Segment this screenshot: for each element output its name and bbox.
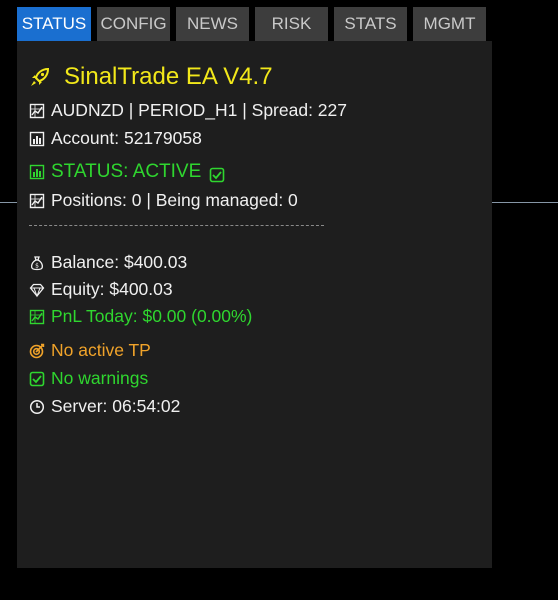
take-profit-status: No active TP xyxy=(51,340,151,360)
symbol-info: AUDNZD | PERIOD_H1 | Spread: 227 xyxy=(51,100,348,120)
positions-info: Positions: 0 | Being managed: 0 xyxy=(51,190,298,210)
divider xyxy=(29,225,324,226)
chart-icon xyxy=(29,193,45,209)
tab-news[interactable]: NEWS xyxy=(176,7,249,41)
svg-text:$: $ xyxy=(35,262,39,269)
status-text: STATUS: ACTIVE xyxy=(51,161,202,182)
tab-risk[interactable]: RISK xyxy=(255,7,328,41)
tab-config[interactable]: CONFIG xyxy=(97,7,170,41)
equity-row: Equity: $400.03 xyxy=(29,279,173,300)
server-row: Server: 06:54:02 xyxy=(29,396,180,417)
equity-value: Equity: $400.03 xyxy=(51,279,173,299)
tp-row: No active TP xyxy=(29,340,151,361)
account-row: Account: 52179058 xyxy=(29,128,202,149)
checkbox-icon xyxy=(209,167,225,183)
pnl-today-value: PnL Today: $0.00 (0.00%) xyxy=(51,306,253,326)
server-time: Server: 06:54:02 xyxy=(51,396,181,416)
balance-row: $ Balance: $400.03 xyxy=(29,252,187,273)
bar-chart-icon xyxy=(29,164,45,180)
balance-value: Balance: $400.03 xyxy=(51,252,188,272)
target-icon xyxy=(29,343,45,359)
status-row: STATUS: ACTIVE xyxy=(29,161,225,183)
money-bag-icon: $ xyxy=(29,255,45,271)
tab-status[interactable]: STATUS xyxy=(17,7,91,41)
tab-stats[interactable]: STATS xyxy=(334,7,407,41)
warnings-row: No warnings xyxy=(29,368,148,389)
title-row: SinalTrade EA V4.7 xyxy=(29,63,273,91)
chart-icon xyxy=(29,103,45,119)
checkbox-icon xyxy=(29,371,45,387)
symbol-row: AUDNZD | PERIOD_H1 | Spread: 227 xyxy=(29,100,347,121)
positions-row: Positions: 0 | Being managed: 0 xyxy=(29,190,298,211)
pnl-row: PnL Today: $0.00 (0.00%) xyxy=(29,306,252,327)
chart-background: STATUS CONFIG NEWS RISK STATS MGMT Sinal… xyxy=(0,0,558,600)
rocket-icon xyxy=(29,66,51,88)
price-line xyxy=(492,202,558,203)
chart-icon xyxy=(29,309,45,325)
account-number: Account: 52179058 xyxy=(51,128,202,148)
tab-mgmt[interactable]: MGMT xyxy=(413,7,486,41)
panel-title: SinalTrade EA V4.7 xyxy=(64,63,273,90)
status-panel: SinalTrade EA V4.7 AUDNZD | PERIOD_H1 | … xyxy=(17,41,492,568)
bar-chart-icon xyxy=(29,131,45,147)
clock-icon xyxy=(29,399,45,415)
price-line xyxy=(0,202,17,203)
diamond-icon xyxy=(29,282,45,298)
warnings-status: No warnings xyxy=(51,368,149,388)
